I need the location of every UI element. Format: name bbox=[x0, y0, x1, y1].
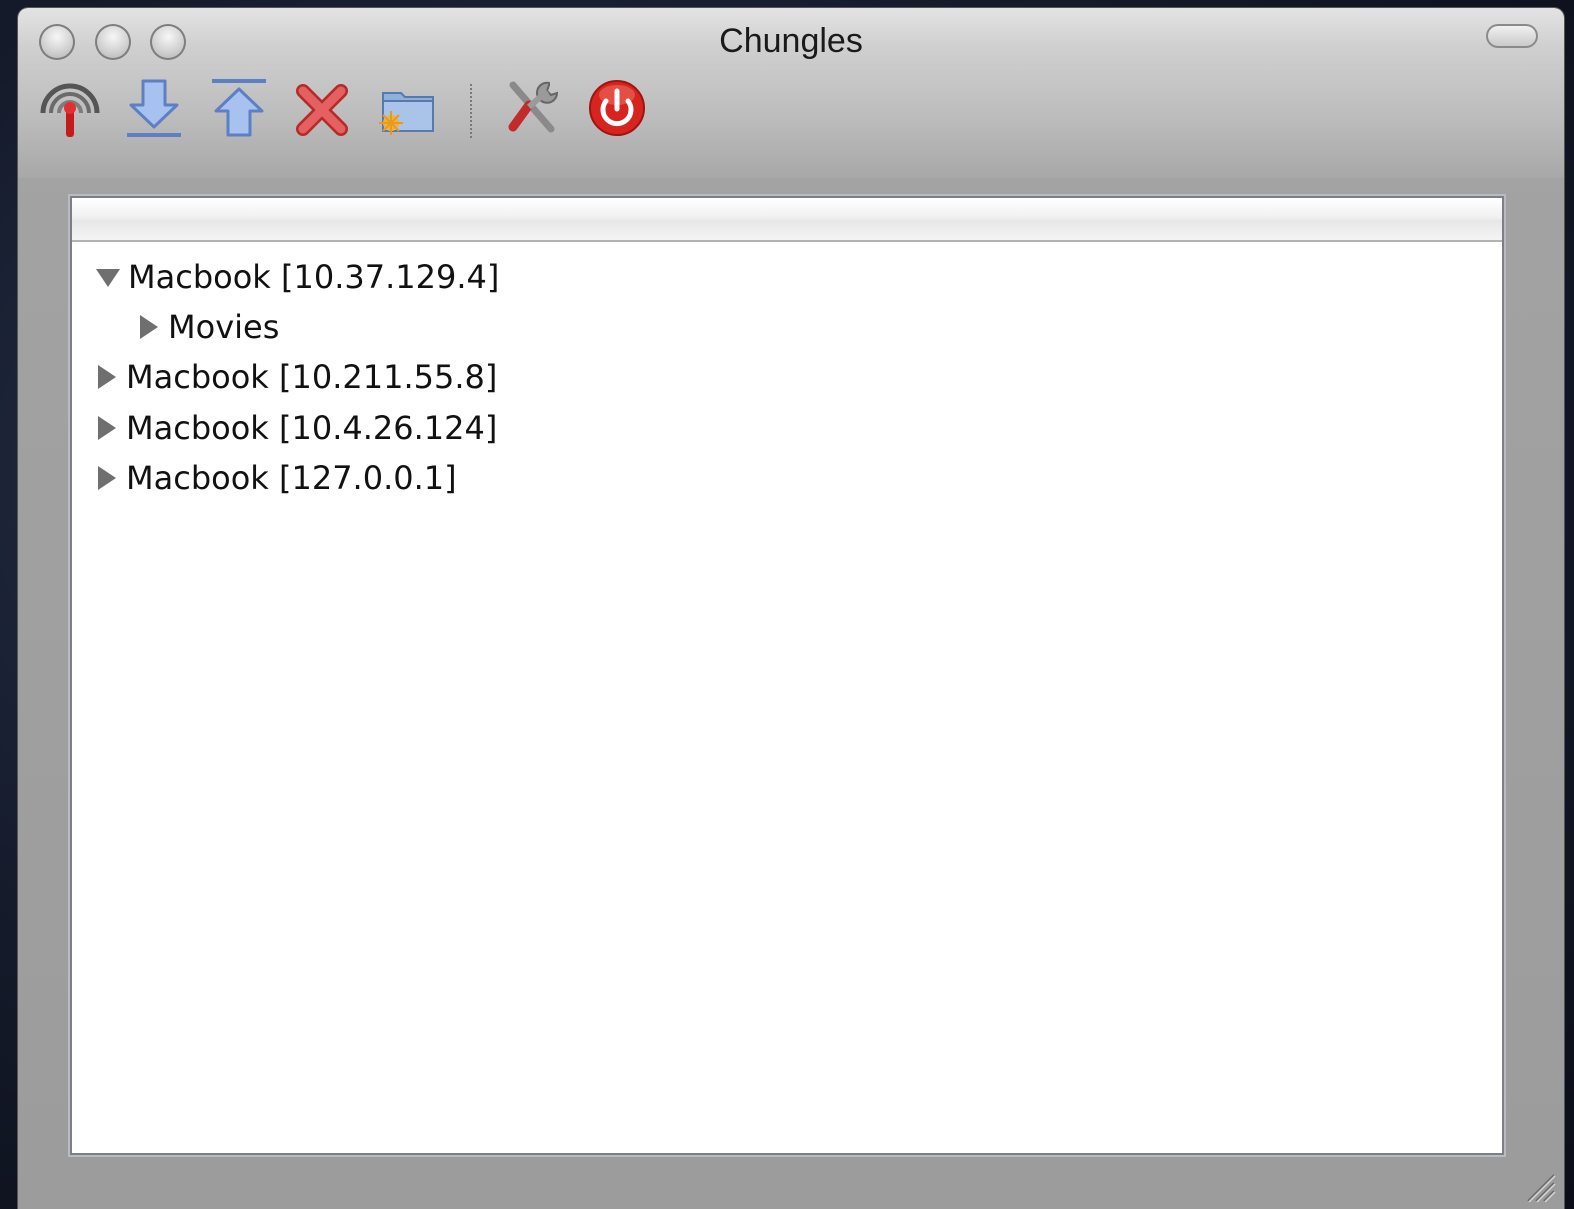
new-folder-icon bbox=[379, 92, 434, 135]
tree-row-host[interactable]: Macbook [127.0.0.1] bbox=[98, 454, 457, 502]
new-folder-button[interactable] bbox=[373, 72, 443, 144]
tree-row-label: Macbook [127.0.0.1] bbox=[126, 459, 457, 497]
titlebar-toolbar: Chungles bbox=[18, 8, 1564, 178]
power-icon bbox=[589, 80, 645, 136]
resize-grip-icon[interactable] bbox=[1522, 1169, 1556, 1203]
disclosure-triangle-closed-icon[interactable] bbox=[98, 365, 116, 389]
app-window: Chungles Macbook [10.37.129.4] Movies Ma… bbox=[18, 8, 1564, 1209]
tools-icon bbox=[508, 81, 559, 133]
preferences-button[interactable] bbox=[497, 72, 567, 144]
download-arrow-icon bbox=[127, 79, 181, 137]
toolbar-toggle-button[interactable] bbox=[1486, 24, 1538, 48]
download-button[interactable] bbox=[119, 72, 189, 144]
disclosure-triangle-open-icon[interactable] bbox=[96, 269, 120, 287]
red-x-icon bbox=[296, 84, 348, 136]
toolbar-separator bbox=[470, 84, 472, 138]
tree-row-label: Macbook [10.211.55.8] bbox=[126, 358, 498, 396]
tree-row-host[interactable]: Macbook [10.4.26.124] bbox=[98, 404, 497, 452]
tree-row-label: Macbook [10.37.129.4] bbox=[128, 258, 500, 296]
tree-row-host[interactable]: Macbook [10.211.55.8] bbox=[98, 353, 497, 401]
disclosure-triangle-closed-icon[interactable] bbox=[140, 315, 158, 339]
window-title: Chungles bbox=[719, 22, 863, 60]
tree-row-label: Movies bbox=[168, 308, 280, 346]
tree-row-label: Macbook [10.4.26.124] bbox=[126, 409, 498, 447]
quit-button[interactable] bbox=[582, 72, 652, 144]
delete-button[interactable] bbox=[289, 72, 359, 144]
broadcast-antenna-icon bbox=[40, 83, 100, 137]
tree-row-host[interactable]: Macbook [10.37.129.4] bbox=[96, 253, 499, 301]
tree-row-folder[interactable]: Movies bbox=[140, 303, 279, 351]
tree-header bbox=[72, 198, 1502, 242]
broadcast-button[interactable] bbox=[35, 72, 105, 144]
upload-button[interactable] bbox=[204, 72, 274, 144]
host-tree-view[interactable]: Macbook [10.37.129.4] Movies Macbook [10… bbox=[72, 198, 1502, 1153]
disclosure-triangle-closed-icon[interactable] bbox=[98, 416, 116, 440]
disclosure-triangle-closed-icon[interactable] bbox=[98, 466, 116, 490]
upload-arrow-icon bbox=[212, 79, 266, 137]
